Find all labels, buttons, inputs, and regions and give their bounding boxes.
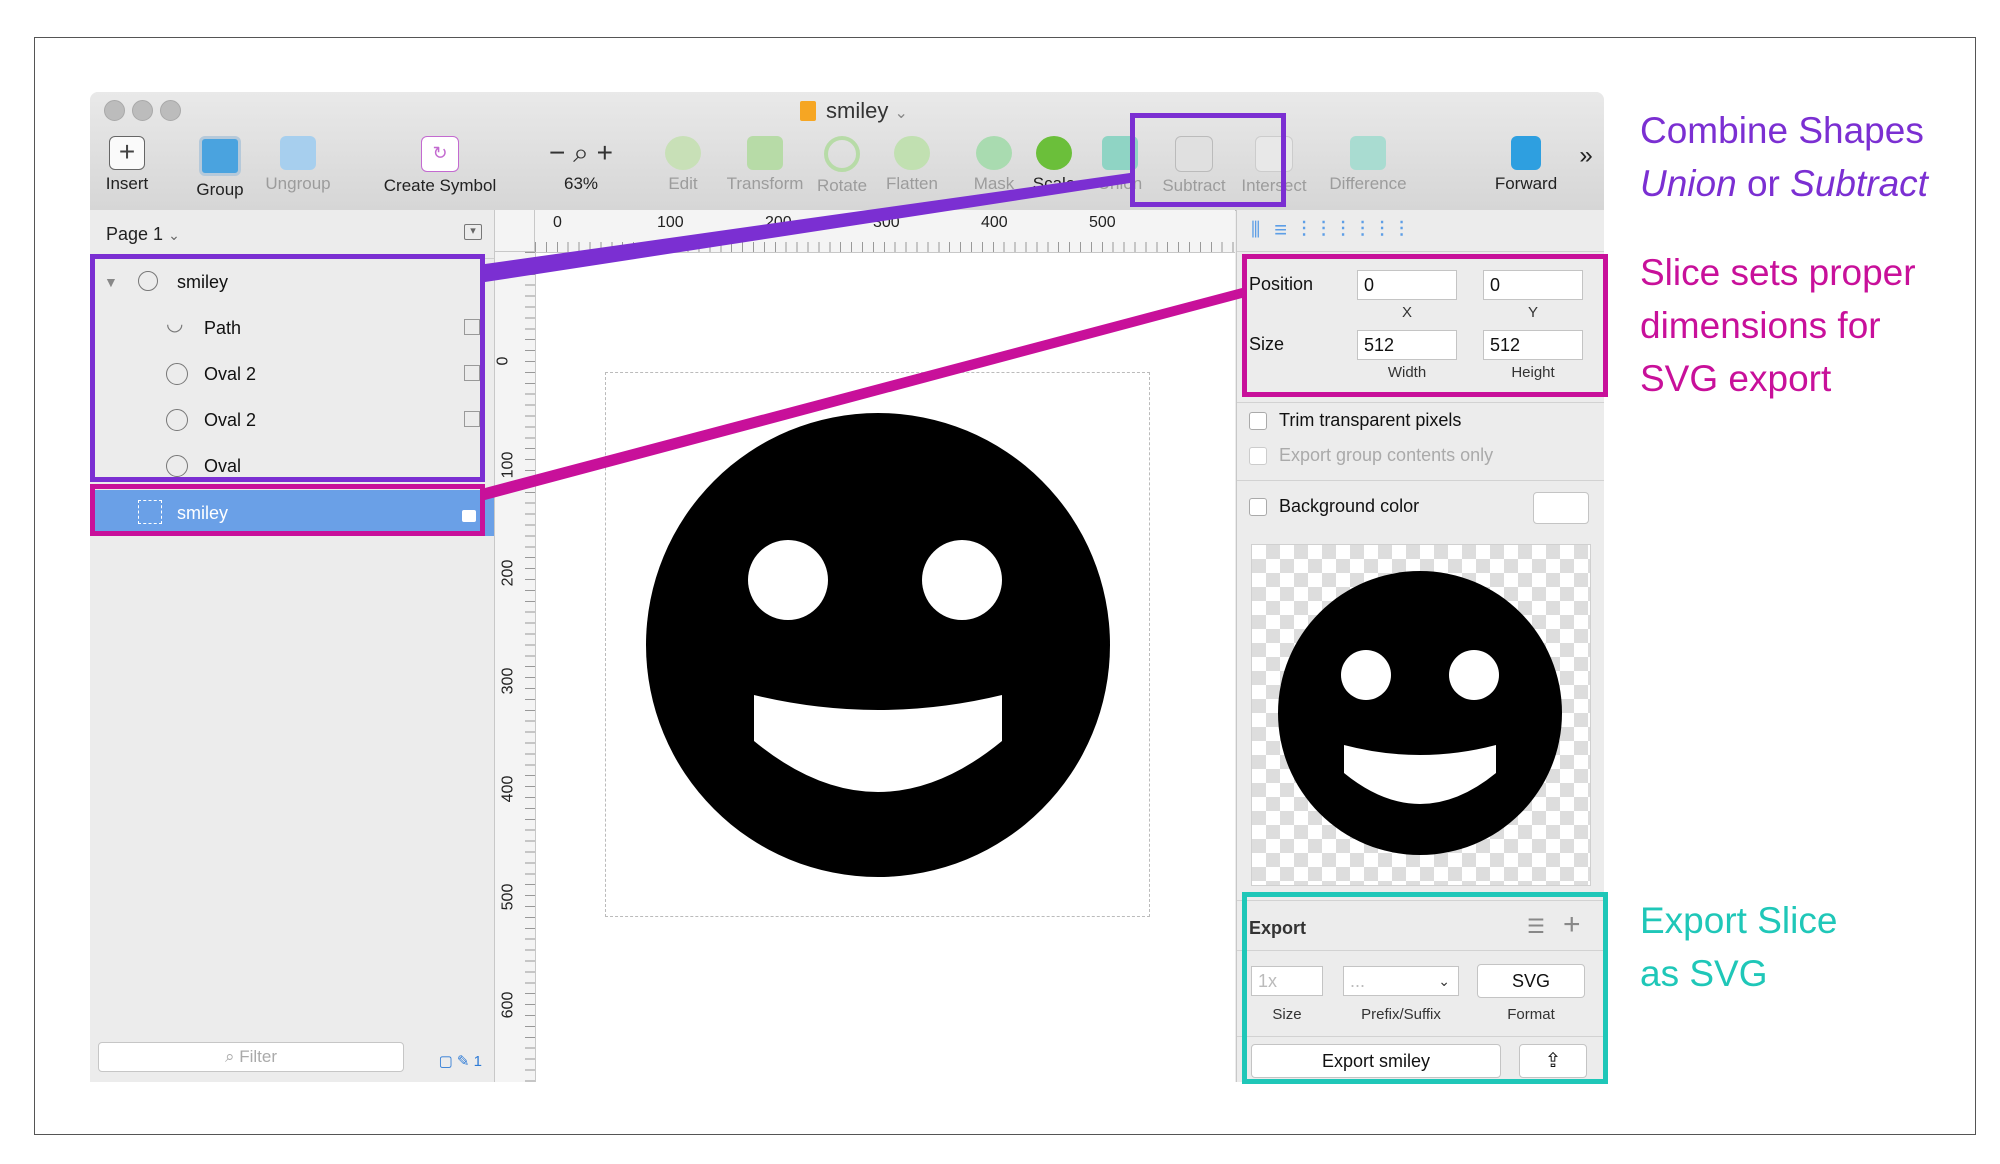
annotation-line: Combine Shapes [1640, 110, 1924, 151]
annotation-text: or [1736, 163, 1791, 204]
purple-connector [485, 173, 1130, 282]
annotation-line: Union or Subtract [1640, 157, 1928, 210]
annotation-line: as SVG [1640, 953, 1768, 994]
annotation-line: dimensions for [1640, 305, 1881, 346]
annotation-slice: Slice sets proper dimensions for SVG exp… [1640, 246, 1916, 405]
annotation-line: SVG export [1640, 358, 1832, 399]
annotation-export: Export Slice as SVG [1640, 894, 1837, 1000]
annotation-italic: Union [1640, 163, 1737, 204]
annotation-italic: Subtract [1790, 163, 1928, 204]
annotation-line: Slice sets proper [1640, 252, 1916, 293]
annotation-line: Export Slice [1640, 900, 1838, 941]
magenta-connector [485, 288, 1242, 500]
annotation-combine-shapes: Combine Shapes Union or Subtract [1640, 104, 1928, 210]
